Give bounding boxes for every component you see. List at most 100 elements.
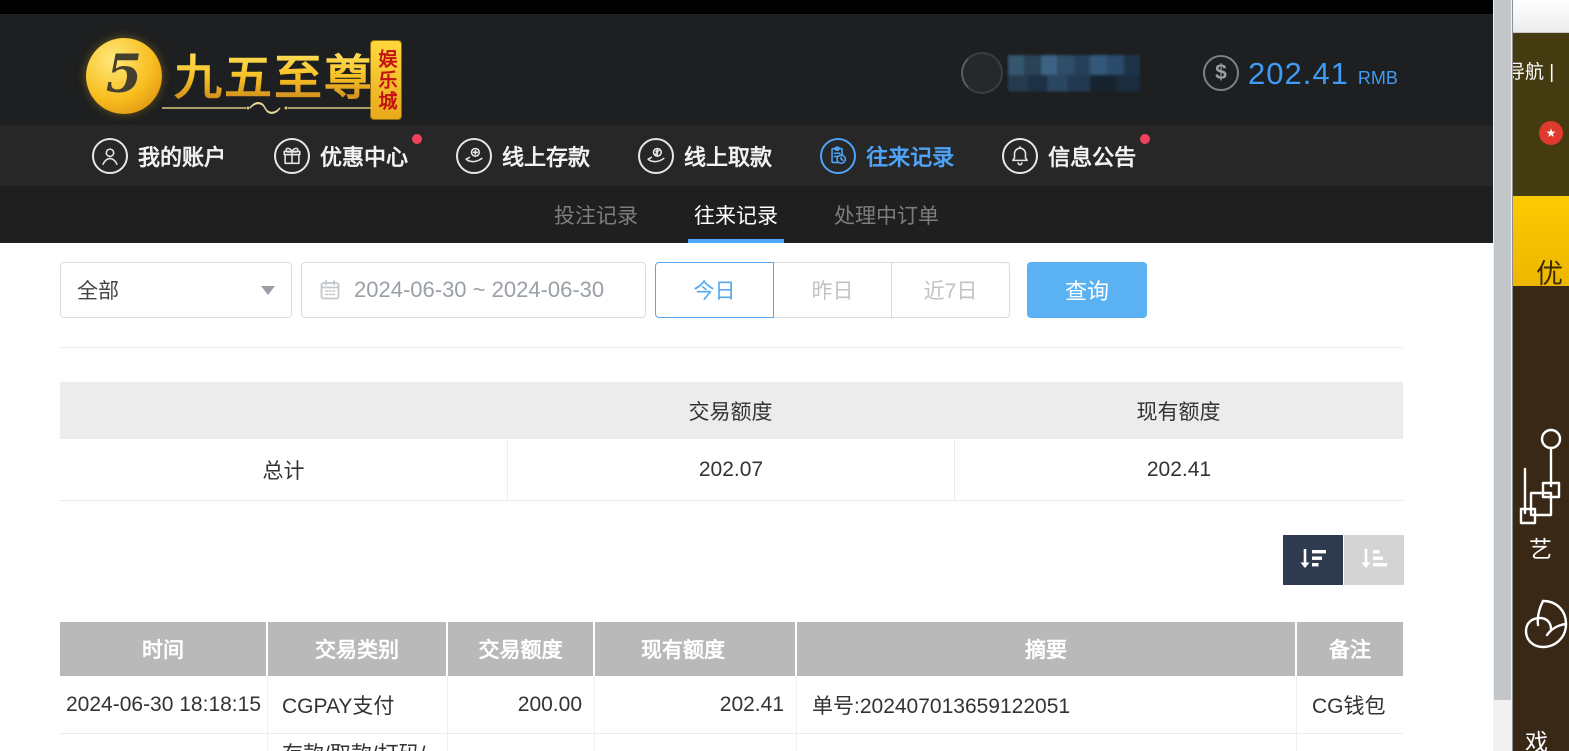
background-window-header: 导航 | ★: [1513, 33, 1569, 196]
table-row: 2024-06-30 18:18:15 CGPAY支付 200.00 202.4…: [60, 676, 1403, 734]
summary-header-current: 现有额度: [1136, 400, 1221, 424]
nav-item-transaction-records[interactable]: 往来记录: [820, 137, 955, 174]
tab-betting-records[interactable]: 投注记录: [548, 186, 644, 243]
sort-descending-button[interactable]: [1283, 535, 1343, 585]
type-select-value: 全部: [77, 280, 119, 303]
cell-balance: [595, 734, 797, 751]
nav-label: 线上取款: [684, 144, 773, 170]
tab-transaction-records[interactable]: 往来记录: [688, 186, 784, 243]
background-window-topbar: [1513, 0, 1569, 33]
bell-icon: [1002, 137, 1039, 174]
summary-table: 交易额度 现有额度 总计 202.07 202.41: [60, 382, 1403, 501]
quick-range-group: 今日 昨日 近7日: [655, 262, 1010, 318]
records-table: 时间 交易类别 交易额度 现有额度 摘要 备注 2024-06-30 18:18…: [60, 622, 1403, 751]
nav-label: 往来记录: [866, 144, 955, 170]
nav-label: 我的账户: [138, 144, 227, 170]
deposit-icon: [456, 137, 493, 174]
range-today-button[interactable]: 今日: [655, 262, 774, 318]
nav-item-my-account[interactable]: 我的账户: [92, 137, 227, 174]
scrollbar-thumb[interactable]: [1494, 0, 1511, 700]
cell-amount: [448, 734, 595, 751]
brand-badge: 娱乐城: [370, 40, 402, 120]
cell-time: 2024-06-30 18:18:15: [60, 676, 268, 733]
sort-ascending-icon: [1361, 549, 1387, 568]
cell-balance: 202.41: [595, 676, 797, 733]
col-header-summary: 摘要: [797, 622, 1297, 676]
side-promo-text: 优: [1536, 259, 1563, 289]
side-nav-text[interactable]: 导航 |: [1513, 57, 1554, 84]
sort-button-group: [1283, 535, 1404, 585]
withdraw-icon: [638, 137, 675, 174]
sort-ascending-button[interactable]: [1344, 535, 1404, 585]
brand-emblem-icon[interactable]: 5: [86, 38, 162, 114]
primary-nav: 我的账户 优惠中心 线上存款 线上取款 往来记录 信息公告: [0, 125, 1493, 186]
search-button[interactable]: 查询: [1027, 262, 1147, 318]
joystick-icon[interactable]: [1515, 425, 1567, 525]
summary-header-row: 交易额度 现有额度: [60, 382, 1403, 439]
top-black-strip: [0, 0, 1493, 14]
site-header: 5 九五至尊 娱乐城 $ 202.41 RMB: [0, 14, 1493, 125]
section-divider: [60, 347, 1403, 348]
app-root: 5 九五至尊 娱乐城 $ 202.41 RMB 我的账户 优惠中心 线上存款 线…: [0, 0, 1569, 751]
dollar-coin-icon: $: [1203, 55, 1239, 91]
main-window: 5 九五至尊 娱乐城 $ 202.41 RMB 我的账户 优惠中心 线上存款 线…: [0, 0, 1493, 751]
records-header-row: 时间 交易类别 交易额度 现有额度 摘要 备注: [60, 622, 1403, 676]
summary-total-label: 总计: [262, 459, 305, 483]
shell-icon[interactable]: [1519, 593, 1569, 671]
balance-currency: RMB: [1357, 68, 1398, 88]
cell-type: CGPAY支付: [268, 676, 448, 733]
flourish-ornament-icon: [162, 102, 372, 114]
tab-pending-orders[interactable]: 处理中订单: [828, 186, 945, 243]
nav-item-announcements[interactable]: 信息公告: [1002, 133, 1151, 174]
balance-amount: 202.41: [1248, 56, 1349, 91]
content-area: 全部 2024-06-30 ~ 2024-06-30 今日 昨日 近7日 查询: [0, 243, 1493, 751]
sort-descending-icon: [1300, 549, 1326, 568]
nav-label: 线上存款: [502, 144, 591, 170]
side-promo-banner[interactable]: 优: [1513, 196, 1569, 289]
nav-label: 信息公告: [1048, 144, 1137, 170]
chevron-down-icon: [261, 285, 275, 295]
col-header-type: 交易类别: [268, 622, 448, 676]
side-arcade-label[interactable]: 艺: [1529, 530, 1552, 564]
cell-type: 存款/取款/打码/: [268, 734, 448, 751]
col-header-balance: 现有额度: [595, 622, 797, 676]
cell-note: CG钱包: [1312, 694, 1386, 718]
cell-amount: 200.00: [448, 676, 595, 733]
calendar-icon: [320, 280, 340, 300]
cell-time: [60, 734, 268, 751]
notification-dot: [412, 133, 423, 144]
brand-title[interactable]: 九五至尊: [174, 38, 374, 108]
star-glyph: ★: [1545, 126, 1557, 140]
records-icon: [820, 137, 857, 174]
notification-dot: [1140, 133, 1151, 144]
record-subtabs: 投注记录 往来记录 处理中订单: [0, 186, 1493, 243]
summary-total-row: 总计 202.07 202.41: [60, 439, 1403, 501]
cell-summary: [797, 734, 1297, 751]
user-icon: [92, 137, 128, 174]
background-window-peek: 导航 | ★ 优 艺 戏: [1512, 0, 1569, 751]
range-last7days-button[interactable]: 近7日: [891, 262, 1010, 318]
nav-item-promotions[interactable]: 优惠中心: [274, 133, 423, 174]
dollar-glyph: $: [1215, 61, 1227, 84]
user-avatar[interactable]: [961, 52, 1003, 94]
gift-icon: [274, 137, 311, 174]
summary-header-transaction: 交易额度: [688, 400, 773, 424]
summary-header-empty: [60, 382, 507, 439]
cell-summary: 单号:202407013659122051: [797, 676, 1297, 733]
flower-badge-icon: ★: [1539, 121, 1563, 145]
vertical-scrollbar: [1493, 0, 1512, 751]
cell-note: [1297, 734, 1403, 751]
nav-item-deposit[interactable]: 线上存款: [456, 137, 591, 174]
censored-username: [1008, 55, 1140, 92]
wallet-balance[interactable]: 202.41 RMB: [1248, 56, 1398, 92]
nav-item-withdraw[interactable]: 线上取款: [638, 137, 773, 174]
summary-total-current: 202.41: [954, 439, 1403, 500]
side-game-label[interactable]: 戏: [1525, 723, 1548, 751]
col-header-amount: 交易额度: [448, 622, 595, 676]
range-yesterday-button[interactable]: 昨日: [773, 262, 892, 318]
brand-emblem-glyph: 5: [105, 43, 143, 105]
col-header-note: 备注: [1329, 639, 1371, 662]
date-range-value: 2024-06-30 ~ 2024-06-30: [354, 277, 605, 302]
type-select[interactable]: 全部: [60, 262, 292, 318]
date-range-input[interactable]: 2024-06-30 ~ 2024-06-30: [301, 262, 646, 318]
